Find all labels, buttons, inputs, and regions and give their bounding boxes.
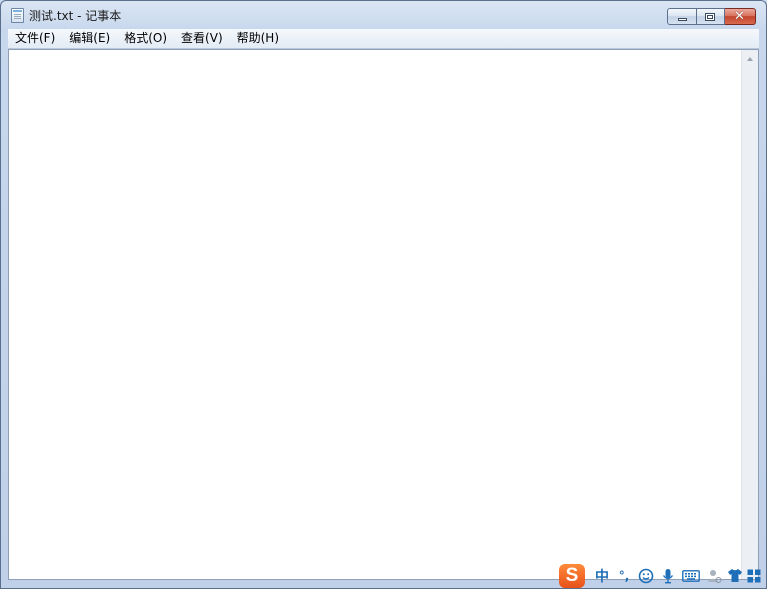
window-title: 测试.txt - 记事本 (29, 9, 122, 23)
keyboard-icon (682, 569, 700, 582)
soft-keyboard-button[interactable] (679, 565, 703, 587)
text-editor[interactable] (9, 50, 740, 579)
skin-button[interactable] (725, 565, 745, 587)
close-button[interactable]: ✕ (725, 8, 756, 25)
maximize-icon (705, 13, 715, 21)
notepad-window: 测试.txt - 记事本 ✕ 文件(F) 编辑(E) 格式(O) 查看(V) 帮… (0, 0, 767, 589)
grid-icon (747, 569, 761, 582)
minimize-button[interactable] (667, 8, 697, 25)
menu-format[interactable]: 格式(O) (117, 29, 174, 48)
emoji-button[interactable] (635, 565, 657, 587)
vertical-scrollbar[interactable] (741, 50, 758, 579)
microphone-icon (662, 568, 674, 583)
user-center-button[interactable] (703, 565, 725, 587)
caption-buttons: ✕ (667, 8, 756, 26)
menu-file[interactable]: 文件(F) (8, 29, 62, 48)
arrow-up-icon (747, 56, 753, 61)
toolbox-button[interactable] (745, 565, 763, 587)
close-icon: ✕ (734, 9, 745, 24)
scroll-up-button[interactable] (742, 50, 758, 67)
menu-bar: 文件(F) 编辑(E) 格式(O) 查看(V) 帮助(H) (8, 29, 759, 49)
smiley-icon (638, 568, 654, 583)
sogou-logo-icon[interactable]: S (559, 563, 585, 588)
voice-button[interactable] (657, 565, 679, 587)
title-bar[interactable]: 测试.txt - 记事本 ✕ (1, 1, 766, 29)
menu-help[interactable]: 帮助(H) (230, 29, 286, 48)
punctuation-toggle[interactable]: °, (613, 565, 635, 587)
notepad-icon[interactable] (11, 8, 24, 23)
shirt-icon (728, 569, 742, 582)
menu-view[interactable]: 查看(V) (174, 29, 230, 48)
minimize-icon (678, 18, 687, 21)
editor-area (8, 49, 759, 580)
maximize-button[interactable] (697, 8, 725, 25)
menu-edit[interactable]: 编辑(E) (62, 29, 117, 48)
user-icon (707, 569, 722, 583)
ime-mode-toggle[interactable]: 中 (591, 565, 613, 587)
ime-toolbar: S 中 °, (559, 562, 767, 589)
